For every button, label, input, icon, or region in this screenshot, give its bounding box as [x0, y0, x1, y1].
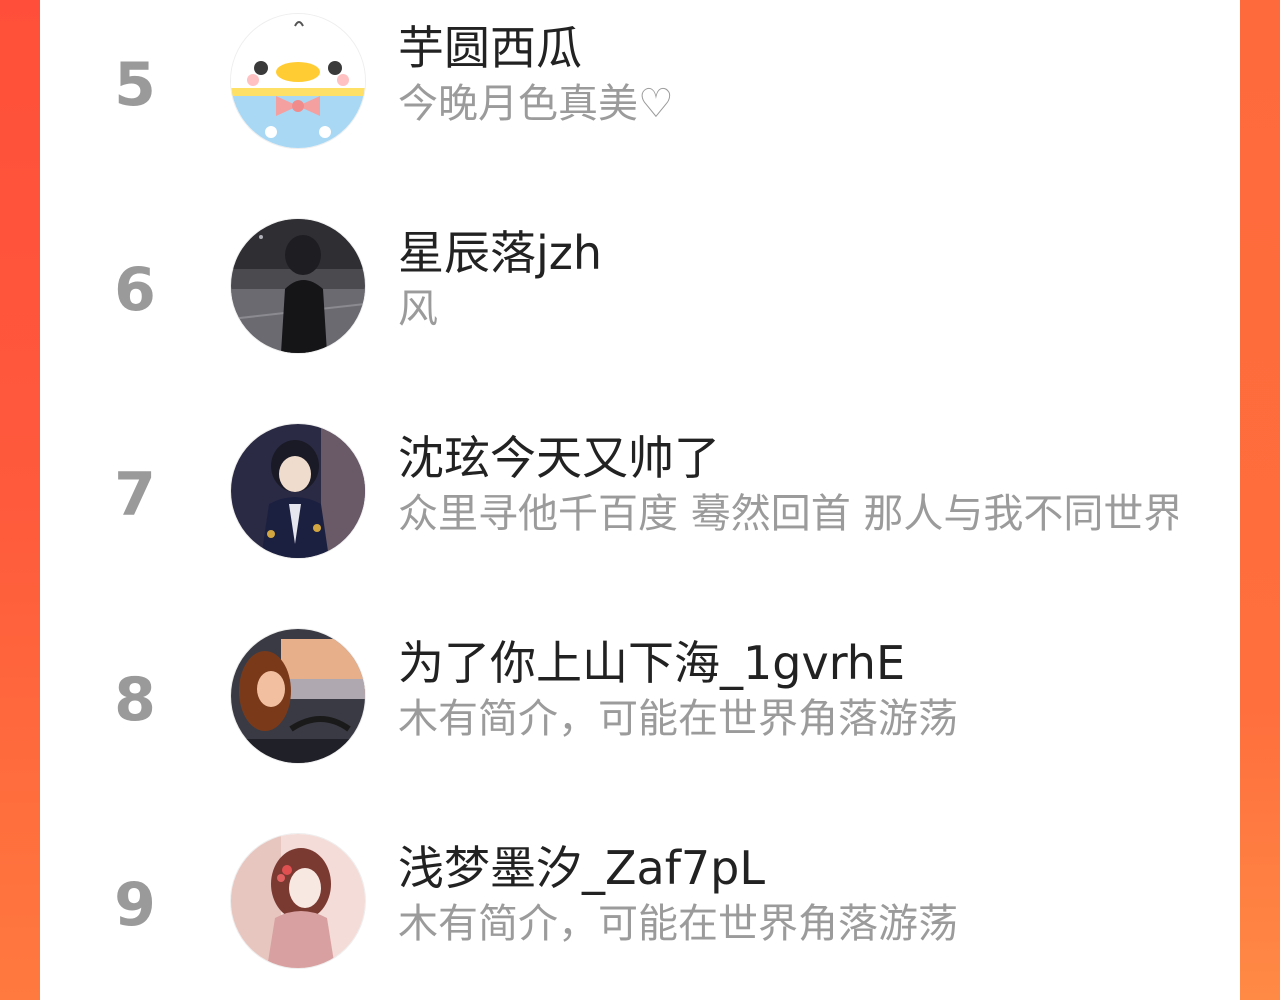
avatar[interactable]: [230, 218, 366, 354]
rank-number: 9: [114, 870, 156, 940]
list-item[interactable]: 8 为了你上山下海_1gvrhE 木有简介，可能在世界角落游荡: [40, 595, 1240, 800]
user-bio: 风: [398, 286, 438, 332]
ranking-list-panel: 5 芋圆西瓜 今晚月色真美♡ 6 星辰落jzh 风 7 沈玹今天又帅了 众里寻他…: [40, 0, 1240, 1000]
username[interactable]: 星辰落jzh: [398, 225, 602, 281]
user-bio: 众里寻他千百度 蓦然回首 那人与我不同世界: [398, 491, 1178, 537]
username[interactable]: 沈玹今天又帅了: [398, 430, 720, 486]
username[interactable]: 芋圆西瓜: [398, 20, 582, 76]
background-gradient-right: [1240, 0, 1280, 1000]
user-bio: 木有简介，可能在世界角落游荡: [398, 901, 958, 947]
list-item[interactable]: 6 星辰落jzh 风: [40, 185, 1240, 390]
list-item[interactable]: 5 芋圆西瓜 今晚月色真美♡: [40, 0, 1240, 185]
rank-number: 6: [114, 255, 156, 325]
rank-number: 5: [114, 50, 156, 120]
username[interactable]: 为了你上山下海_1gvrhE: [398, 635, 905, 691]
anime-man-avatar: [231, 424, 365, 558]
avatar[interactable]: [230, 423, 366, 559]
avatar[interactable]: [230, 628, 366, 764]
username[interactable]: 浅梦墨汐_Zaf7pL: [398, 840, 765, 896]
girl-in-car-avatar: [231, 629, 365, 763]
anime-girl-illustration-avatar: [231, 834, 365, 968]
rank-number: 7: [114, 460, 156, 530]
rank-number: 8: [114, 665, 156, 735]
user-bio: 今晚月色真美♡: [398, 81, 674, 127]
girl-street-photo-avatar: [231, 219, 365, 353]
avatar[interactable]: [230, 833, 366, 969]
avatar[interactable]: [230, 13, 366, 149]
user-bio: 木有简介，可能在世界角落游荡: [398, 696, 958, 742]
duck-cartoon-avatar: [231, 14, 365, 148]
list-item[interactable]: 7 沈玹今天又帅了 众里寻他千百度 蓦然回首 那人与我不同世界: [40, 390, 1240, 595]
list-item[interactable]: 9 浅梦墨汐_Zaf7pL 木有简介，可能在世界角落游荡: [40, 800, 1240, 1000]
